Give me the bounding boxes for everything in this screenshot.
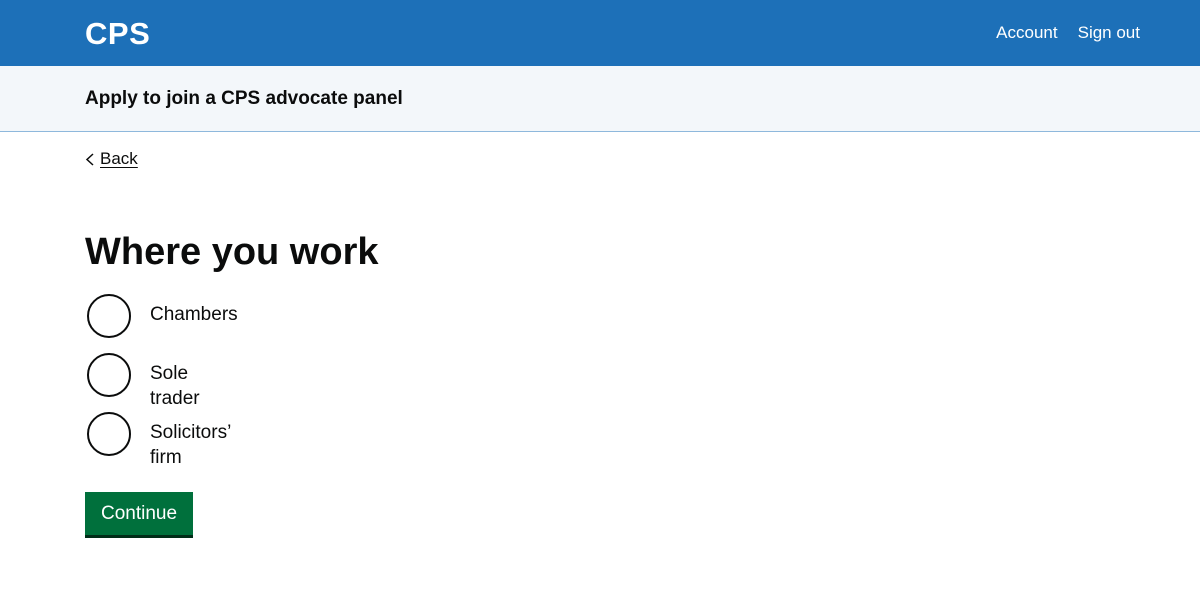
back-link[interactable]: Back	[85, 148, 138, 170]
service-name[interactable]: Apply to join a CPS advocate panel	[85, 86, 403, 111]
account-link[interactable]: Account	[996, 21, 1057, 45]
service-navigation-bar: Apply to join a CPS advocate panel	[0, 66, 1200, 132]
sign-out-link[interactable]: Sign out	[1078, 21, 1140, 45]
radio-label[interactable]: Chambers	[150, 302, 238, 327]
radio-button[interactable]	[87, 412, 131, 456]
radio-label[interactable]: Solicitors’ firm	[150, 420, 231, 470]
continue-button[interactable]: Continue	[85, 492, 193, 535]
page-title: Where you work	[85, 231, 379, 273]
radio-label[interactable]: Sole trader	[150, 361, 200, 411]
site-header: CPS Account Sign out	[0, 0, 1200, 66]
radio-button[interactable]	[87, 294, 131, 338]
cps-logo[interactable]: CPS	[85, 14, 150, 54]
header-navigation: Account Sign out	[996, 21, 1140, 45]
back-link-label: Back	[100, 149, 138, 168]
radio-button[interactable]	[87, 353, 131, 397]
chevron-left-icon	[85, 148, 100, 170]
